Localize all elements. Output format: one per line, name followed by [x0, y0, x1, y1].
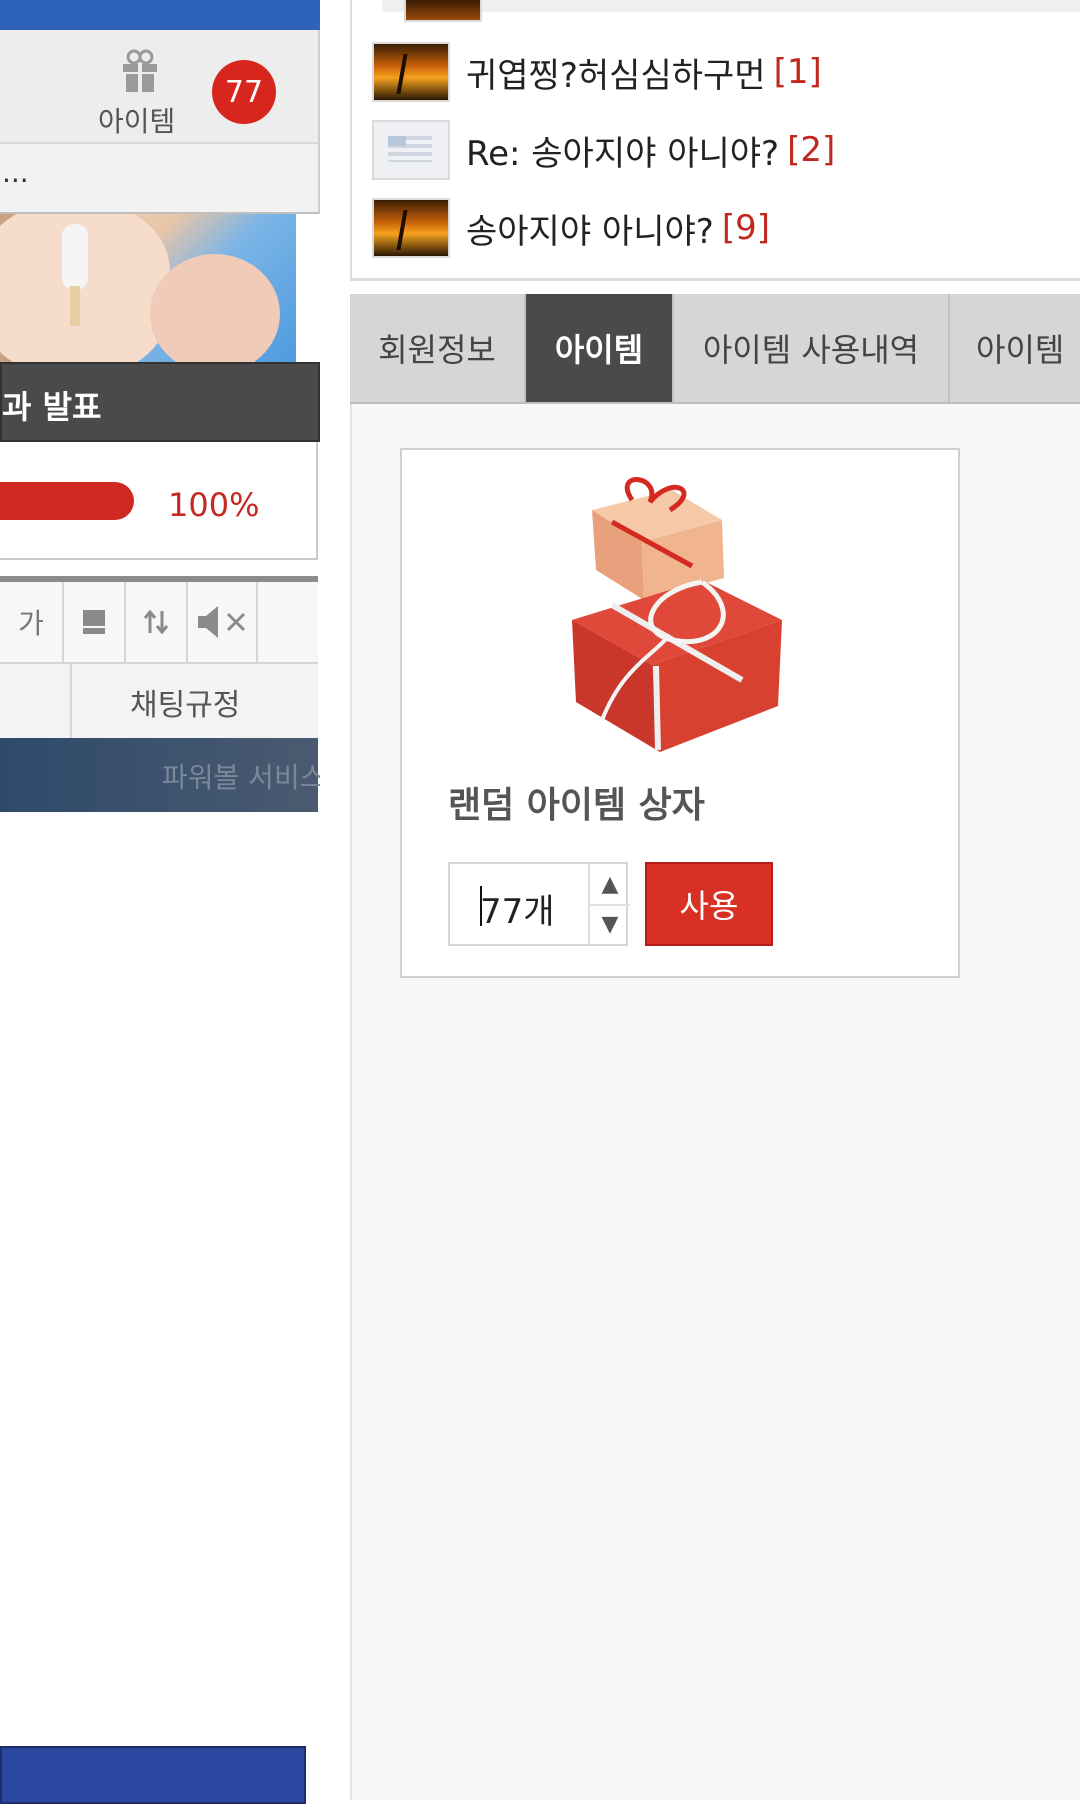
quantity-stepper[interactable]: 77개 ▲ ▼ — [448, 862, 630, 946]
note-button[interactable] — [64, 582, 126, 662]
main-panel: 귀엽찡?허심심하구먼 [1] Re: 송아지야 아니야? [2] 송아지야 아니… — [320, 0, 1080, 1800]
progress-panel: 100% — [0, 442, 318, 560]
chat-rules-button[interactable]: 채팅규정 — [130, 680, 240, 724]
sort-icon — [143, 609, 169, 635]
top-blue-bar — [0, 0, 320, 30]
post-thumbnail — [372, 42, 450, 102]
powerball-service-text: 파워볼 서비스 — [162, 761, 326, 794]
result-announcement-text: 과 발표 — [2, 388, 102, 426]
quantity-value[interactable]: 77개 — [480, 884, 555, 933]
tab-items[interactable]: 아이템 — [526, 294, 674, 402]
gift-box-icon — [572, 477, 782, 752]
chat-toolbar: 가 — [0, 576, 318, 662]
left-sidebar: 아이템 77 ... 과 발표 100% 가 채팅규정 파워볼 서비스 — [0, 0, 325, 1804]
mute-icon — [198, 606, 246, 638]
post-title[interactable]: 귀엽찡?허심심하구먼 — [466, 48, 766, 97]
list-item[interactable]: 송아지야 아니야? [9] — [372, 196, 770, 260]
item-label: 아이템 — [98, 105, 176, 138]
post-title[interactable]: Re: 송아지야 아니야? — [466, 126, 779, 175]
tab-item-history[interactable]: 아이템 사용내역 — [674, 294, 950, 402]
progress-bar — [0, 482, 134, 520]
post-thumbnail — [372, 120, 450, 180]
gift-icon — [123, 49, 157, 92]
note-icon — [83, 610, 105, 634]
chevron-down-icon[interactable]: ▼ — [590, 904, 630, 944]
font-size-button[interactable]: 가 — [0, 582, 64, 662]
result-announcement-bar[interactable]: 과 발표 — [0, 362, 320, 442]
list-item[interactable]: 귀엽찡?허심심하구먼 [1] — [372, 40, 822, 104]
chat-row-2: 채팅규정 — [0, 662, 318, 740]
text-caret — [480, 886, 482, 926]
quantity-spinner[interactable]: ▲ ▼ — [588, 864, 630, 944]
item-count-badge: 77 — [212, 60, 276, 124]
comment-count: [1] — [773, 52, 822, 92]
list-item[interactable]: Re: 송아지야 아니야? [2] — [372, 118, 835, 182]
truncated-row[interactable]: ... — [0, 144, 320, 214]
powerball-service-bar[interactable]: 파워볼 서비스 — [0, 738, 325, 812]
tab-items-extra[interactable]: 아이템 — [950, 294, 1080, 402]
font-size-icon: 가 — [18, 607, 44, 640]
partial-thumbnail — [404, 0, 482, 22]
progress-text: 100% — [168, 486, 260, 524]
use-button[interactable]: 사용 — [645, 862, 773, 946]
ellipsis-text: ... — [2, 156, 29, 189]
item-name: 랜덤 아이템 상자 — [448, 785, 705, 826]
comment-count: [2] — [787, 130, 836, 170]
chevron-up-icon[interactable]: ▲ — [590, 864, 630, 906]
profile-tabs: 회원정보 아이템 아이템 사용내역 아이템 — [350, 294, 1080, 404]
bottom-blue-button[interactable] — [0, 1746, 306, 1804]
post-title[interactable]: 송아지야 아니야? — [466, 204, 714, 253]
banner-image[interactable] — [0, 214, 296, 362]
post-thumbnail — [372, 198, 450, 258]
tab-member-info[interactable]: 회원정보 — [350, 294, 526, 402]
item-card: 랜덤 아이템 상자 77개 ▲ ▼ 사용 — [400, 448, 960, 978]
mute-button[interactable] — [188, 582, 258, 662]
comment-count: [9] — [721, 208, 770, 248]
post-list: 귀엽찡?허심심하구먼 [1] Re: 송아지야 아니야? [2] 송아지야 아니… — [350, 0, 1080, 281]
sort-button[interactable] — [126, 582, 188, 662]
item-panel[interactable]: 아이템 77 — [0, 30, 320, 144]
